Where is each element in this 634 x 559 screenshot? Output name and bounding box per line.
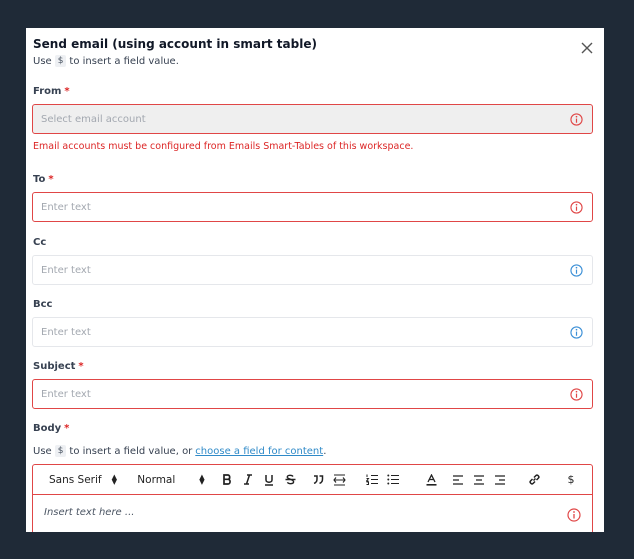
bcc-field[interactable] <box>32 317 593 347</box>
editor-placeholder: Insert text here ... <box>44 507 135 518</box>
subtitle-prefix: Use <box>33 55 52 67</box>
subject-label: Subject * <box>33 361 84 372</box>
from-error-message: Email accounts must be configured from E… <box>33 141 414 152</box>
dollar-chip: $ <box>54 55 67 67</box>
strike-icon[interactable] <box>283 465 297 494</box>
info-icon <box>570 326 583 339</box>
required-marker: * <box>48 174 54 185</box>
subject-input[interactable] <box>41 380 541 408</box>
body-label: Body * <box>33 423 69 434</box>
editor-toolbar: Sans Serif ▲ ▼ Normal ▲ ▼ $ <box>33 465 592 495</box>
body-help-text: Use $ to insert a field value, or choose… <box>33 445 326 457</box>
bcc-input[interactable] <box>41 318 541 346</box>
font-family-select[interactable]: Sans Serif ▲ ▼ <box>45 465 121 494</box>
to-input[interactable] <box>41 193 541 221</box>
body-editor: Sans Serif ▲ ▼ Normal ▲ ▼ $ Insert text … <box>32 464 593 532</box>
italic-icon[interactable] <box>241 465 255 494</box>
required-marker: * <box>64 423 70 434</box>
from-input[interactable] <box>41 105 541 133</box>
insert-field-button[interactable]: $ <box>564 465 578 494</box>
send-email-dialog: Send email (using account in smart table… <box>26 28 604 532</box>
cc-input[interactable] <box>41 256 541 284</box>
select-arrows-icon: ▲ ▼ <box>111 472 117 486</box>
error-info-icon <box>567 508 581 522</box>
font-size-value: Normal <box>137 473 176 486</box>
info-icon <box>570 264 583 277</box>
bcc-label: Bcc <box>33 299 53 310</box>
subtitle-suffix: to insert a field value. <box>69 55 179 67</box>
link-icon[interactable] <box>526 465 542 494</box>
body-help-prefix: Use <box>33 445 52 457</box>
bullet-list-icon[interactable] <box>386 465 400 494</box>
select-arrows-icon: ▲ ▼ <box>199 472 205 486</box>
dialog-title: Send email (using account in smart table… <box>33 37 317 51</box>
close-icon[interactable] <box>580 40 594 54</box>
body-label-text: Body <box>33 423 62 434</box>
dollar-chip: $ <box>54 445 67 457</box>
subject-field[interactable] <box>32 379 593 409</box>
editor-content-area[interactable]: Insert text here ... <box>33 495 592 532</box>
body-help-middle: to insert a field value, or <box>69 445 193 457</box>
choose-field-link[interactable]: choose a field for content <box>195 446 323 457</box>
align-center-icon[interactable] <box>472 465 486 494</box>
cc-field[interactable] <box>32 255 593 285</box>
align-left-icon[interactable] <box>451 465 465 494</box>
error-info-icon <box>570 113 583 126</box>
body-help-end: . <box>323 445 327 457</box>
from-label: From * <box>33 86 70 97</box>
cc-label: Cc <box>33 237 47 248</box>
error-info-icon <box>570 201 583 214</box>
from-select[interactable] <box>32 104 593 134</box>
blockquote-icon[interactable] <box>311 465 325 494</box>
to-field[interactable] <box>32 192 593 222</box>
align-right-icon[interactable] <box>493 465 507 494</box>
ordered-list-icon[interactable] <box>365 465 379 494</box>
to-label: To * <box>33 174 54 185</box>
to-label-text: To <box>33 174 46 185</box>
required-marker: * <box>78 361 84 372</box>
text-color-icon[interactable] <box>424 465 438 494</box>
bold-icon[interactable] <box>220 465 234 494</box>
required-marker: * <box>64 86 70 97</box>
code-block-icon[interactable] <box>331 465 347 494</box>
dialog-subtitle: Use $ to insert a field value. <box>33 55 179 67</box>
underline-icon[interactable] <box>262 465 276 494</box>
from-label-text: From <box>33 86 62 97</box>
subject-label-text: Subject <box>33 361 76 372</box>
error-info-icon <box>570 388 583 401</box>
font-family-value: Sans Serif <box>48 473 102 486</box>
font-size-select[interactable]: Normal ▲ ▼ <box>137 465 205 494</box>
